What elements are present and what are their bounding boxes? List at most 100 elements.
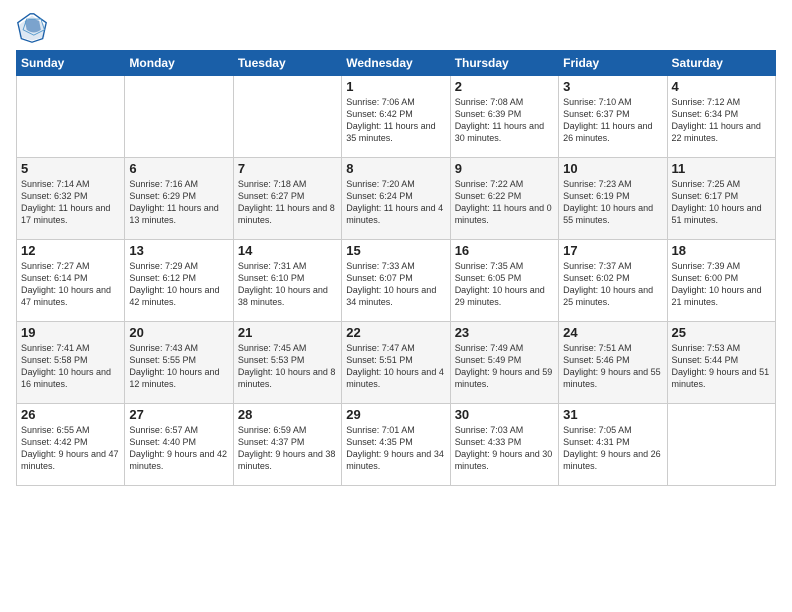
day-info: Sunrise: 7:41 AMSunset: 5:58 PMDaylight:…: [21, 343, 111, 389]
calendar-cell: 29 Sunrise: 7:01 AMSunset: 4:35 PMDayligh…: [342, 404, 450, 486]
day-info: Sunrise: 7:53 AMSunset: 5:44 PMDaylight:…: [672, 343, 770, 389]
calendar-cell: 19Sunrise: 7:41 AMSunset: 5:58 PMDayligh…: [17, 322, 125, 404]
day-number: 27: [129, 407, 228, 422]
header: [16, 12, 776, 44]
page: SundayMondayTuesdayWednesdayThursdayFrid…: [0, 0, 792, 612]
day-number: 22: [346, 325, 445, 340]
calendar-cell: [233, 76, 341, 158]
day-info: Sunrise: 7:33 AMSunset: 6:07 PMDaylight:…: [346, 261, 436, 307]
day-number: 12: [21, 243, 120, 258]
calendar-cell: [125, 76, 233, 158]
day-number: 13: [129, 243, 228, 258]
day-info: Sunrise: 7:10 AMSunset: 6:37 PMDaylight:…: [563, 97, 652, 143]
calendar-cell: 24 Sunrise: 7:51 AMSunset: 5:46 PMDayligh…: [559, 322, 667, 404]
calendar-cell: 12 Sunrise: 7:27 AMSunset: 6:14 PMDayligh…: [17, 240, 125, 322]
calendar-week-3: 12 Sunrise: 7:27 AMSunset: 6:14 PMDayligh…: [17, 240, 776, 322]
day-info: Sunrise: 7:49 AMSunset: 5:49 PMDaylight:…: [455, 343, 553, 389]
day-number: 25: [672, 325, 771, 340]
calendar-cell: 9Sunrise: 7:22 AMSunset: 6:22 PMDaylight…: [450, 158, 558, 240]
calendar-week-2: 5 Sunrise: 7:14 AMSunset: 6:32 PMDaylight…: [17, 158, 776, 240]
calendar-cell: 1 Sunrise: 7:06 AMSunset: 6:42 PMDaylight…: [342, 76, 450, 158]
calendar-cell: 25 Sunrise: 7:53 AMSunset: 5:44 PMDayligh…: [667, 322, 775, 404]
day-info: Sunrise: 7:06 AMSunset: 6:42 PMDaylight:…: [346, 97, 435, 143]
day-number: 26: [21, 407, 120, 422]
day-number: 15: [346, 243, 445, 258]
day-number: 6: [129, 161, 228, 176]
calendar-cell: 15 Sunrise: 7:33 AMSunset: 6:07 PMDayligh…: [342, 240, 450, 322]
weekday-header-sunday: Sunday: [17, 51, 125, 76]
day-info: Sunrise: 7:12 AMSunset: 6:34 PMDaylight:…: [672, 97, 761, 143]
day-info: Sunrise: 7:29 AMSunset: 6:12 PMDaylight:…: [129, 261, 219, 307]
day-number: 31: [563, 407, 662, 422]
logo-icon: [16, 12, 48, 44]
calendar-cell: 17Sunrise: 7:37 AMSunset: 6:02 PMDayligh…: [559, 240, 667, 322]
day-number: 21: [238, 325, 337, 340]
day-number: 30: [455, 407, 554, 422]
day-number: 28: [238, 407, 337, 422]
day-number: 24: [563, 325, 662, 340]
day-info: Sunrise: 6:59 AMSunset: 4:37 PMDaylight:…: [238, 425, 336, 471]
day-info: Sunrise: 7:25 AMSunset: 6:17 PMDaylight:…: [672, 179, 762, 225]
calendar-cell: 10Sunrise: 7:23 AMSunset: 6:19 PMDayligh…: [559, 158, 667, 240]
weekday-header-friday: Friday: [559, 51, 667, 76]
day-number: 23: [455, 325, 554, 340]
logo: [16, 12, 52, 44]
day-number: 18: [672, 243, 771, 258]
day-info: Sunrise: 7:16 AMSunset: 6:29 PMDaylight:…: [129, 179, 218, 225]
calendar-week-1: 1 Sunrise: 7:06 AMSunset: 6:42 PMDaylight…: [17, 76, 776, 158]
day-number: 1: [346, 79, 445, 94]
weekday-header-thursday: Thursday: [450, 51, 558, 76]
calendar-cell: 11 Sunrise: 7:25 AMSunset: 6:17 PMDayligh…: [667, 158, 775, 240]
day-number: 10: [563, 161, 662, 176]
weekday-header-monday: Monday: [125, 51, 233, 76]
calendar-cell: [667, 404, 775, 486]
day-number: 29: [346, 407, 445, 422]
calendar-week-4: 19Sunrise: 7:41 AMSunset: 5:58 PMDayligh…: [17, 322, 776, 404]
day-info: Sunrise: 7:20 AMSunset: 6:24 PMDaylight:…: [346, 179, 443, 225]
day-info: Sunrise: 6:55 AMSunset: 4:42 PMDaylight:…: [21, 425, 119, 471]
weekday-header-saturday: Saturday: [667, 51, 775, 76]
calendar-cell: [17, 76, 125, 158]
calendar-cell: 5 Sunrise: 7:14 AMSunset: 6:32 PMDaylight…: [17, 158, 125, 240]
calendar-cell: 13 Sunrise: 7:29 AMSunset: 6:12 PMDayligh…: [125, 240, 233, 322]
day-info: Sunrise: 7:51 AMSunset: 5:46 PMDaylight:…: [563, 343, 661, 389]
day-number: 16: [455, 243, 554, 258]
weekday-header-tuesday: Tuesday: [233, 51, 341, 76]
calendar-cell: 30 Sunrise: 7:03 AMSunset: 4:33 PMDayligh…: [450, 404, 558, 486]
day-number: 11: [672, 161, 771, 176]
calendar-cell: 20 Sunrise: 7:43 AMSunset: 5:55 PMDayligh…: [125, 322, 233, 404]
day-number: 2: [455, 79, 554, 94]
calendar-cell: 22 Sunrise: 7:47 AMSunset: 5:51 PMDayligh…: [342, 322, 450, 404]
day-info: Sunrise: 6:57 AMSunset: 4:40 PMDaylight:…: [129, 425, 227, 471]
calendar-cell: 7Sunrise: 7:18 AMSunset: 6:27 PMDaylight…: [233, 158, 341, 240]
calendar-cell: 4 Sunrise: 7:12 AMSunset: 6:34 PMDaylight…: [667, 76, 775, 158]
calendar-cell: 2 Sunrise: 7:08 AMSunset: 6:39 PMDaylight…: [450, 76, 558, 158]
day-info: Sunrise: 7:05 AMSunset: 4:31 PMDaylight:…: [563, 425, 661, 471]
calendar-week-5: 26 Sunrise: 6:55 AMSunset: 4:42 PMDayligh…: [17, 404, 776, 486]
day-info: Sunrise: 7:35 AMSunset: 6:05 PMDaylight:…: [455, 261, 545, 307]
calendar-cell: 23 Sunrise: 7:49 AMSunset: 5:49 PMDayligh…: [450, 322, 558, 404]
calendar-cell: 3 Sunrise: 7:10 AMSunset: 6:37 PMDaylight…: [559, 76, 667, 158]
day-info: Sunrise: 7:01 AMSunset: 4:35 PMDaylight:…: [346, 425, 444, 471]
day-info: Sunrise: 7:18 AMSunset: 6:27 PMDaylight:…: [238, 179, 335, 225]
calendar-cell: 6 Sunrise: 7:16 AMSunset: 6:29 PMDaylight…: [125, 158, 233, 240]
day-info: Sunrise: 7:27 AMSunset: 6:14 PMDaylight:…: [21, 261, 111, 307]
day-number: 5: [21, 161, 120, 176]
day-info: Sunrise: 7:43 AMSunset: 5:55 PMDaylight:…: [129, 343, 219, 389]
day-number: 20: [129, 325, 228, 340]
calendar-cell: 26 Sunrise: 6:55 AMSunset: 4:42 PMDayligh…: [17, 404, 125, 486]
day-info: Sunrise: 7:08 AMSunset: 6:39 PMDaylight:…: [455, 97, 544, 143]
day-number: 4: [672, 79, 771, 94]
day-number: 3: [563, 79, 662, 94]
day-info: Sunrise: 7:03 AMSunset: 4:33 PMDaylight:…: [455, 425, 553, 471]
calendar-cell: 21 Sunrise: 7:45 AMSunset: 5:53 PMDayligh…: [233, 322, 341, 404]
day-number: 9: [455, 161, 554, 176]
day-info: Sunrise: 7:47 AMSunset: 5:51 PMDaylight:…: [346, 343, 444, 389]
calendar-cell: 8Sunrise: 7:20 AMSunset: 6:24 PMDaylight…: [342, 158, 450, 240]
calendar-cell: 14Sunrise: 7:31 AMSunset: 6:10 PMDayligh…: [233, 240, 341, 322]
day-number: 17: [563, 243, 662, 258]
day-info: Sunrise: 7:14 AMSunset: 6:32 PMDaylight:…: [21, 179, 110, 225]
day-info: Sunrise: 7:45 AMSunset: 5:53 PMDaylight:…: [238, 343, 336, 389]
calendar-table: SundayMondayTuesdayWednesdayThursdayFrid…: [16, 50, 776, 486]
day-info: Sunrise: 7:31 AMSunset: 6:10 PMDaylight:…: [238, 261, 328, 307]
